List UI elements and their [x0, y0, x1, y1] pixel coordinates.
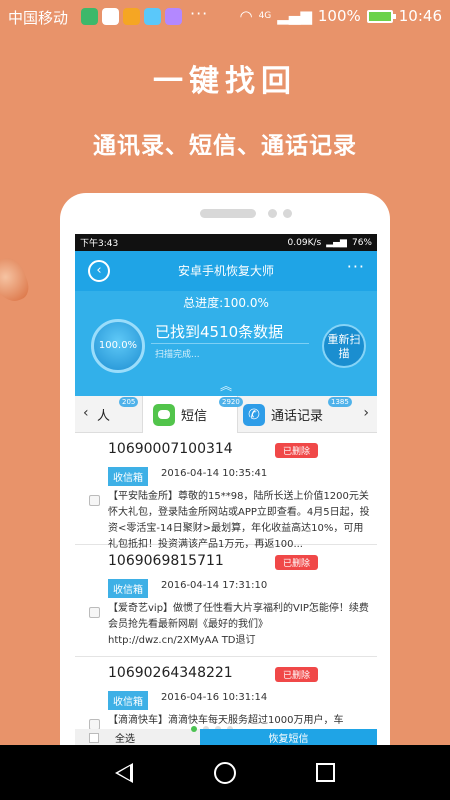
nav-home-icon[interactable]: [214, 762, 236, 784]
message-time: 2016-04-16 10:31:14: [161, 692, 268, 703]
notification-app-icon: [123, 8, 140, 25]
inner-status-bar: 下午3:43 0.09K/s ▂▄▆ 76%: [75, 234, 377, 251]
sms-icon: [153, 403, 175, 426]
contacts-count-badge: 205: [119, 397, 139, 407]
tab-calls-label: 通话记录: [271, 409, 324, 424]
found-count: 已找到4510条数据: [155, 323, 284, 341]
sms-count-badge: 2920: [219, 397, 243, 407]
phone-speaker: [200, 209, 256, 218]
chevron-up-icon[interactable]: ︽: [75, 377, 377, 394]
message-item[interactable]: 1069069815711 已删除 收信箱 2016-04-14 17:31:1…: [75, 545, 377, 657]
notification-app-icon: [144, 8, 161, 25]
tab-sms-label: 短信: [181, 409, 208, 424]
network-type: 4G: [258, 11, 272, 21]
scan-status: 扫描完成...: [155, 350, 200, 360]
message-item[interactable]: 10690264348221 已删除 收信箱 2016-04-16 10:31:…: [75, 657, 377, 729]
folder-badge: 收信箱: [108, 467, 148, 486]
lantern-decoration: [0, 253, 33, 307]
message-time: 2016-04-14 10:35:41: [161, 468, 268, 479]
inner-time: 下午3:43: [80, 239, 119, 249]
sender-number: 10690007100314: [108, 441, 233, 457]
app-header: ‹ 安卓手机恢复大师 ···: [75, 251, 377, 291]
notification-app-icon: [81, 8, 98, 25]
tab-contacts-label: 人: [97, 409, 111, 424]
phone-icon: ✆: [243, 403, 265, 426]
battery-icon: [366, 9, 396, 23]
progress-panel: 总进度:100.0% 100.0% 已找到4510条数据 扫描完成... 重新扫…: [75, 291, 377, 396]
promo-subheadline: 通讯录、短信、通话记录: [93, 133, 357, 159]
progress-ring: 100.0%: [91, 319, 145, 373]
bottom-action-bar: 全选 恢复短信: [75, 726, 377, 746]
category-tabs: ‹ 人 205 短信 2920 ✆ 通话记录 1385 ›: [75, 396, 377, 433]
notification-app-icon: [102, 8, 119, 25]
inner-signal-icon: ▂▄▆: [326, 237, 347, 248]
progress-line: [151, 343, 309, 344]
deleted-badge: 已删除: [275, 555, 319, 570]
more-notifications-icon: ···: [190, 4, 209, 23]
message-checkbox[interactable]: [89, 719, 100, 729]
inner-speed: 0.09K/s: [287, 237, 322, 248]
clock: 10:46: [398, 7, 442, 25]
select-all-button[interactable]: 全选: [75, 726, 233, 746]
sender-number: 1069069815711: [108, 553, 224, 569]
promo-headline: 一键找回: [153, 64, 297, 99]
folder-badge: 收信箱: [108, 691, 148, 710]
signal-icon: ▂▄▆: [277, 7, 312, 25]
rescan-button[interactable]: 重新扫描: [322, 324, 366, 368]
wifi-icon: ◠: [239, 7, 253, 25]
message-time: 2016-04-14 17:31:10: [161, 580, 268, 591]
battery-percent: 100%: [317, 7, 361, 25]
navigation-bar: [0, 745, 450, 800]
page-dot: [191, 726, 197, 732]
notification-icons: [81, 8, 182, 25]
message-checkbox[interactable]: [89, 607, 100, 618]
nav-recents-icon[interactable]: [316, 763, 335, 782]
status-right: ◠ 4G ▂▄▆ 100% 10:46: [239, 7, 442, 25]
status-bar: 中国移动 ··· ◠ 4G ▂▄▆ 100% 10:46: [0, 0, 450, 34]
select-all-label: 全选: [115, 734, 135, 745]
app-title: 安卓手机恢复大师: [177, 264, 274, 278]
nav-back-icon[interactable]: [115, 763, 133, 783]
tab-prev-icon[interactable]: ‹: [83, 405, 89, 421]
total-progress: 总进度:100.0%: [183, 296, 269, 310]
deleted-badge: 已删除: [275, 443, 319, 458]
message-checkbox[interactable]: [89, 495, 100, 506]
message-body: 【滴滴快车】滴滴快车每天服务超过1000万用户，车: [108, 715, 344, 726]
menu-icon[interactable]: ···: [347, 257, 365, 276]
message-item[interactable]: 10690007100314 已删除 收信箱 2016-04-14 10:35:…: [75, 433, 377, 550]
folder-badge: 收信箱: [108, 579, 148, 598]
phone-screen: 下午3:43 0.09K/s ▂▄▆ 76% ‹ 安卓手机恢复大师 ··· 总进…: [75, 234, 377, 746]
sender-number: 10690264348221: [108, 665, 233, 681]
message-body: 【平安陆金所】尊敬的15**98，陆所长送上价值1200元关怀大礼包，登录陆金所…: [108, 491, 370, 550]
message-body: 【爱奇艺vip】做惯了任性看大片享福利的VIP怎能停！续费会员抢先看最新网剧《最…: [108, 603, 369, 646]
inner-battery: 76%: [351, 237, 372, 248]
deleted-badge: 已删除: [275, 667, 319, 682]
phone-sensor: [268, 209, 277, 218]
message-list: 10690007100314 已删除 收信箱 2016-04-14 10:35:…: [75, 433, 377, 729]
tab-next-icon[interactable]: ›: [363, 405, 369, 421]
carrier-label: 中国移动: [8, 9, 69, 27]
calls-count-badge: 1385: [328, 397, 352, 407]
restore-sms-button[interactable]: 恢复短信: [200, 729, 377, 746]
phone-camera: [283, 209, 292, 218]
select-all-checkbox[interactable]: [89, 732, 99, 743]
notification-app-icon: [165, 8, 182, 25]
